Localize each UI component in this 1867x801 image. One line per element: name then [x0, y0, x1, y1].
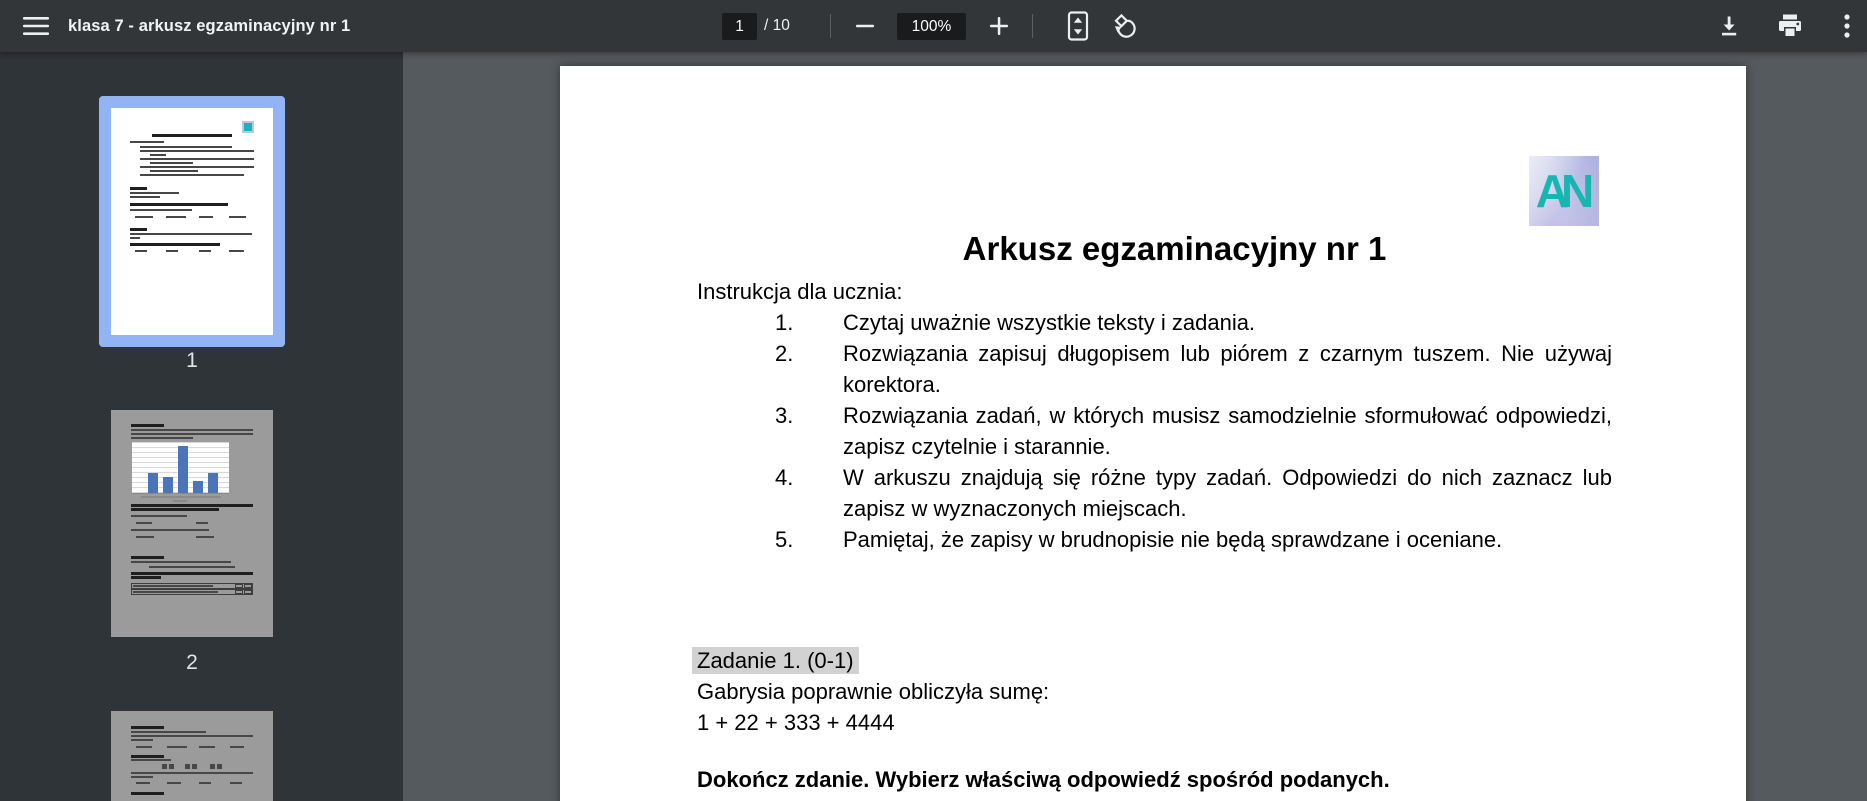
toolbar-page-controls: / 10 100%	[0, 0, 1867, 52]
pdf-toolbar: klasa 7 - arkusz egzaminacyjny nr 1 / 10…	[0, 0, 1867, 52]
list-item-text: Rozwiązania zapisuj długopisem lub pióre…	[843, 341, 1612, 366]
thumbnail-page-3[interactable]	[111, 711, 273, 801]
pdf-page-1: AN Arkusz egzaminacyjny nr 1 Instrukcja …	[560, 66, 1746, 801]
print-button[interactable]	[1768, 4, 1812, 48]
list-item-text: W arkuszu znajdują się różne typy zadań.…	[843, 465, 1612, 490]
list-item-number: 3.	[775, 403, 794, 428]
fit-to-page-icon	[1067, 11, 1089, 41]
download-icon	[1722, 16, 1737, 36]
list-item: 5. Pamiętaj, że zapisy w brudnopisie nie…	[697, 524, 1612, 555]
thumbnail-label-2: 2	[186, 651, 198, 674]
page-number-input[interactable]	[722, 13, 757, 40]
list-item-number: 4.	[775, 465, 794, 490]
print-icon	[1779, 14, 1801, 36]
task-1-block: Zadanie 1. (0-1) Gabrysia poprawnie obli…	[692, 645, 1612, 795]
more-options-button[interactable]	[1825, 4, 1867, 48]
list-item-text: Pamiętaj, że zapisy w brudnopisie nie bę…	[843, 527, 1503, 552]
page-count-label: / 10	[764, 17, 790, 34]
list-item-text: zapisz w wyznaczonych miejscach.	[843, 496, 1187, 521]
zoom-out-icon	[856, 24, 874, 28]
task-text-line: Gabrysia poprawnie obliczyła sumę:	[697, 679, 1050, 704]
list-item-number: 5.	[775, 527, 794, 552]
list-item: 2. Rozwiązania zapisuj długopisem lub pi…	[697, 338, 1612, 400]
list-item-text: korektora.	[843, 372, 941, 397]
thumbnail-label-1: 1	[186, 349, 198, 372]
thumbnail-page-1-preview	[111, 108, 273, 335]
list-item-text: Rozwiązania zadań, w których musisz samo…	[843, 403, 1612, 428]
exam-title: Arkusz egzaminacyjny nr 1	[962, 230, 1387, 267]
list-item-number: 2.	[775, 341, 794, 366]
task-instruction-bold: Dokończ zdanie. Wybierz właściwą odpowie…	[697, 767, 1390, 792]
thumbnail-page-1[interactable]	[99, 96, 285, 347]
list-item: 1. Czytaj uważnie wszystkie teksty i zad…	[697, 307, 1612, 338]
zoom-in-button[interactable]	[977, 4, 1021, 48]
list-item: 4. W arkuszu znajdują się różne typy zad…	[697, 462, 1612, 524]
zoom-in-icon	[990, 17, 1008, 35]
document-viewport[interactable]: AN Arkusz egzaminacyjny nr 1 Instrukcja …	[429, 52, 1867, 801]
thumbnail-page-2[interactable]	[111, 410, 273, 637]
pdf-viewer-window: klasa 7 - arkusz egzaminacyjny nr 1 / 10…	[0, 0, 1867, 801]
list-item-text: zapisz czytelnie i starannie.	[843, 434, 1111, 459]
instructions-heading: Instrukcja dla ucznia:	[697, 279, 903, 304]
publisher-logo-text: AN	[1535, 165, 1595, 217]
zoom-level-field[interactable]: 100%	[897, 13, 966, 40]
instructions-block: Instrukcja dla ucznia: 1. Czytaj uważnie…	[697, 276, 1612, 555]
download-button[interactable]	[1707, 4, 1751, 48]
thumbnail-sidebar: 1 2	[0, 52, 403, 801]
task-heading: Zadanie 1. (0-1)	[692, 647, 859, 674]
task-sum-line: 1 + 22 + 333 + 4444	[697, 710, 895, 735]
rotate-button[interactable]	[1104, 4, 1148, 48]
toolbar-divider	[830, 14, 831, 38]
publisher-logo: AN	[1529, 156, 1599, 226]
zoom-out-button[interactable]	[843, 4, 887, 48]
fit-to-page-button[interactable]	[1056, 4, 1100, 48]
list-item-number: 1.	[775, 310, 794, 335]
task-heading-row: Zadanie 1. (0-1)	[692, 645, 1612, 676]
rotate-icon	[1114, 13, 1136, 38]
more-options-icon	[1844, 14, 1850, 38]
list-item-text: Czytaj uważnie wszystkie teksty i zadani…	[843, 310, 1256, 335]
list-item: 3. Rozwiązania zadań, w których musisz s…	[697, 400, 1612, 462]
toolbar-divider	[1032, 14, 1033, 38]
